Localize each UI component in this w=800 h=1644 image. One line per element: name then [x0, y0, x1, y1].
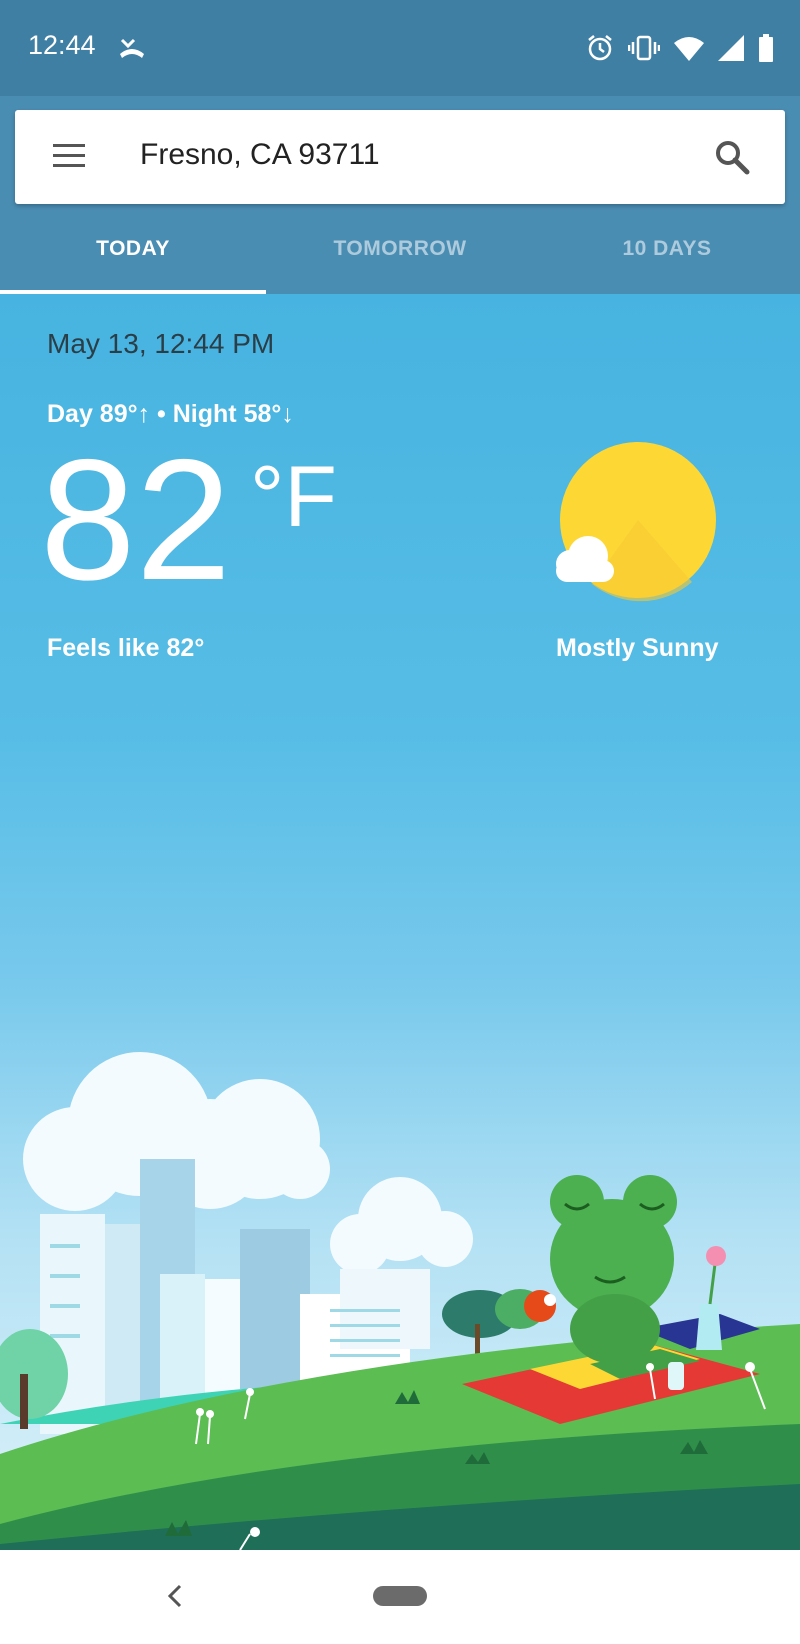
- tab-tomorrow[interactable]: TOMORROW: [267, 204, 533, 294]
- current-temperature: 82: [40, 424, 232, 616]
- app-header: Fresno, CA 93711 TODAY TOMORROW 10 DAYS: [0, 96, 800, 294]
- picnic-illustration: [0, 1052, 800, 1550]
- search-icon[interactable]: [713, 138, 751, 176]
- location-text[interactable]: Fresno, CA 93711: [140, 138, 380, 172]
- status-time: 12:44: [28, 30, 96, 60]
- forecast-tabs: TODAY TOMORROW 10 DAYS: [0, 204, 800, 294]
- search-bar[interactable]: Fresno, CA 93711: [15, 110, 785, 204]
- battery-icon: [759, 34, 773, 62]
- tab-today[interactable]: TODAY: [0, 204, 266, 294]
- nav-bar: [0, 1550, 800, 1644]
- alarm-icon: [588, 35, 612, 61]
- home-button[interactable]: [373, 1586, 427, 1606]
- vibrate-icon: [628, 35, 660, 61]
- status-icons: [586, 30, 774, 66]
- missed-call-icon: [120, 38, 144, 58]
- temperature-unit: °F: [250, 449, 337, 545]
- status-bar: 12:44: [0, 0, 800, 96]
- weather-content: May 13, 12:44 PM Day 89°↑ • Night 58°↓ 8…: [0, 294, 800, 1550]
- wifi-icon: [674, 37, 704, 61]
- current-datetime: May 13, 12:44 PM: [47, 328, 275, 359]
- signal-icon: [718, 35, 744, 61]
- back-icon[interactable]: [160, 1576, 190, 1616]
- condition-label: Mostly Sunny: [556, 634, 719, 662]
- feels-like: Feels like 82°: [47, 634, 205, 662]
- mostly-sunny-icon: [556, 442, 716, 602]
- tab-10-days[interactable]: 10 DAYS: [534, 204, 800, 294]
- menu-icon[interactable]: [51, 138, 87, 174]
